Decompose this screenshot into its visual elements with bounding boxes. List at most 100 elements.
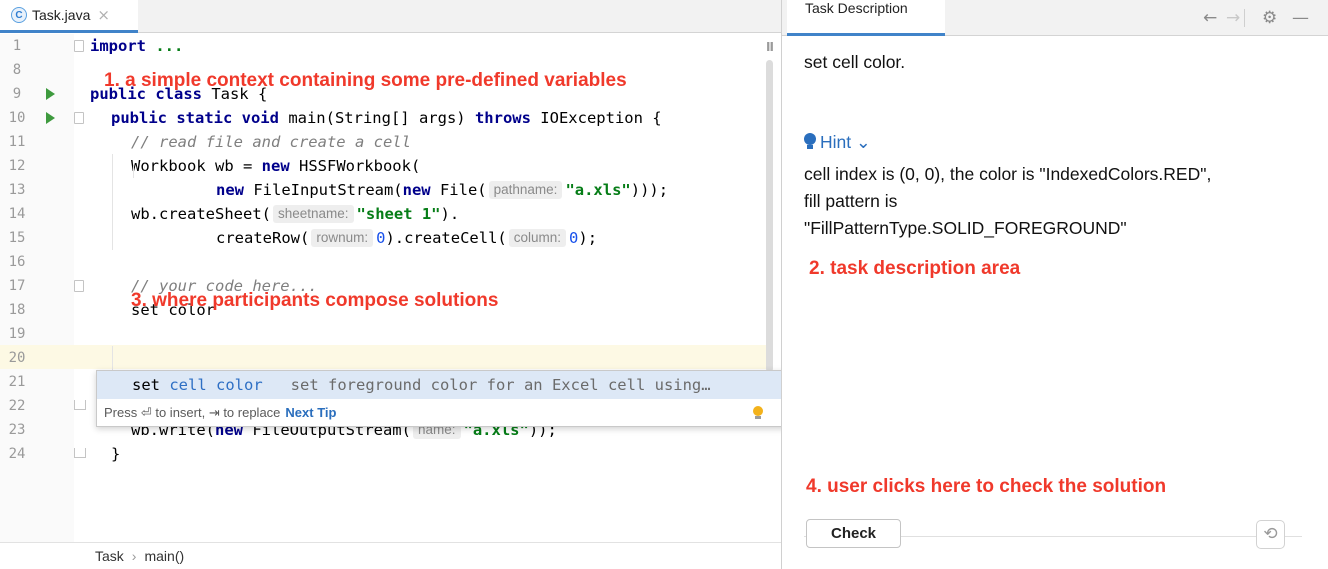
completion-item[interactable]: set cell color set foreground color for … xyxy=(97,371,803,399)
back-arrow-icon[interactable]: ← xyxy=(1203,8,1217,28)
code-line[interactable]: 19 xyxy=(0,322,768,346)
breadcrumb-separator: › xyxy=(131,548,137,564)
code-token: "a.xls" xyxy=(565,181,631,199)
breadcrumb: Task › main() xyxy=(0,542,781,569)
code-token: createRow( xyxy=(216,229,310,247)
code-token: "sheet 1" xyxy=(356,205,441,223)
indent-guide xyxy=(112,154,113,250)
code-token: new xyxy=(402,181,431,199)
next-tip-link[interactable]: Next Tip xyxy=(285,405,336,420)
line-number: 19 xyxy=(8,326,26,342)
code-line[interactable]: 1 import ... xyxy=(0,34,768,58)
line-number: 23 xyxy=(8,422,26,438)
fold-end-icon[interactable] xyxy=(74,448,86,460)
code-token: 0 xyxy=(569,229,579,247)
code-area[interactable]: 1 import ... 8 9 public class Task {10 public… xyxy=(0,34,781,542)
code-token: main(String[] args) xyxy=(278,109,475,127)
code-token: new xyxy=(261,157,290,175)
fold-icon[interactable] xyxy=(74,112,84,124)
editor-tab-bar: C Task.java × xyxy=(0,0,781,33)
completion-footer: Press ⏎ to insert, ⇥ to replace Next Tip … xyxy=(97,400,803,426)
code-text: } xyxy=(111,442,120,466)
line-number: 17 xyxy=(8,278,26,294)
code-line[interactable]: 15 createRow(rownum: 0 ).createCell(column:… xyxy=(0,226,768,250)
parameter-hint: pathname: xyxy=(488,181,563,199)
fold-icon[interactable] xyxy=(74,280,84,292)
code-text: public static void main(String[] args) t… xyxy=(111,106,662,130)
task-description-tab[interactable]: Task Description xyxy=(787,0,945,36)
completion-prefix: set xyxy=(132,376,170,394)
lightbulb-icon[interactable] xyxy=(752,406,764,420)
annotation-compose: 3. where participants compose solutions xyxy=(131,290,499,311)
code-line[interactable]: 16 xyxy=(0,250,768,274)
editor-scrollbar[interactable] xyxy=(766,60,773,372)
fold-end-icon[interactable] xyxy=(74,400,86,412)
code-line[interactable]: 10 public static void main(String[] args)… xyxy=(0,106,768,130)
code-token: ).createCell( xyxy=(385,229,507,247)
hint-toggle[interactable]: Hint ⌄ xyxy=(804,132,871,153)
line-number: 13 xyxy=(8,182,26,198)
minimize-icon[interactable]: — xyxy=(1292,8,1309,28)
completion-mid xyxy=(207,376,216,394)
code-token: ... xyxy=(155,37,184,55)
run-icon[interactable] xyxy=(46,88,55,100)
tab-label: Task.java xyxy=(32,7,91,23)
annotation-context: 1. a simple context containing some pre-… xyxy=(104,70,627,91)
code-token: Workbook wb = xyxy=(131,157,262,175)
parameter-hint: column: xyxy=(508,229,567,247)
line-number: 21 xyxy=(8,374,26,390)
fold-icon[interactable] xyxy=(74,40,84,52)
hint-line: fill pattern is xyxy=(804,191,898,211)
line-number: 11 xyxy=(8,134,26,150)
code-text: Workbook wb = new HSSFWorkbook( xyxy=(131,154,420,178)
code-text: createRow(rownum: 0).createCell(column: 0)… xyxy=(216,226,597,250)
code-line[interactable]: 14 wb.createSheet(sheetname: "sheet 1"). xyxy=(0,202,768,226)
code-token: File( xyxy=(430,181,487,199)
task-header: Task Description ← → ⚙ — xyxy=(782,0,1328,36)
breadcrumb-method[interactable]: main() xyxy=(144,548,184,564)
java-class-icon: C xyxy=(11,7,27,23)
parameter-hint: rownum: xyxy=(311,229,374,247)
code-token: wb.createSheet( xyxy=(131,205,271,223)
run-icon[interactable] xyxy=(46,112,55,124)
line-number: 8 xyxy=(12,62,22,78)
completion-match-cell: cell xyxy=(169,376,207,394)
forward-arrow-icon[interactable]: → xyxy=(1226,8,1240,28)
code-token: } xyxy=(111,445,121,463)
code-token: HSSFWorkbook( xyxy=(289,157,421,175)
completion-shortcut-hint: Press ⏎ to insert, ⇥ to replace xyxy=(104,405,281,420)
pause-icon: II xyxy=(766,40,774,54)
task-description-text: set cell color. xyxy=(804,52,906,72)
task-description-pane: Task Description ← → ⚙ — set cell color.… xyxy=(782,0,1328,569)
code-line[interactable]: 13 new FileInputStream(new File(pathname:… xyxy=(0,178,768,202)
line-number: 24 xyxy=(8,446,26,462)
hint-line: cell index is (0, 0), the color is "Inde… xyxy=(804,164,1212,184)
code-line[interactable]: 24} xyxy=(0,442,768,466)
code-token: ); xyxy=(578,229,598,247)
line-number: 14 xyxy=(8,206,26,222)
breadcrumb-class[interactable]: Task xyxy=(95,548,124,564)
code-text: wb.createSheet(sheetname: "sheet 1"). xyxy=(131,202,459,226)
code-text: // read file and create a cell xyxy=(131,130,411,154)
hint-label: Hint ⌄ xyxy=(820,132,871,152)
tab-task-java[interactable]: C Task.java × xyxy=(0,0,138,33)
code-token: IOException { xyxy=(530,109,662,127)
reset-icon[interactable]: ⟲ xyxy=(1256,520,1285,549)
check-button[interactable]: Check xyxy=(806,519,901,548)
line-number: 10 xyxy=(8,110,26,126)
code-line[interactable]: 20 xyxy=(0,346,768,370)
indent-guide xyxy=(133,166,134,178)
code-token: import xyxy=(90,37,146,55)
close-tab-icon[interactable]: × xyxy=(97,6,110,24)
line-number: 9 xyxy=(12,86,22,102)
code-completion-popup: set cell color set foreground color for … xyxy=(96,370,804,427)
gear-icon[interactable]: ⚙ xyxy=(1262,8,1277,28)
code-token: ))); xyxy=(630,181,669,199)
parameter-hint: sheetname: xyxy=(272,205,354,223)
code-line[interactable]: 12 Workbook wb = new HSSFWorkbook( xyxy=(0,154,768,178)
line-number: 15 xyxy=(8,230,26,246)
header-separator xyxy=(1244,9,1245,27)
lightbulb-icon xyxy=(804,133,816,150)
code-line[interactable]: 11 // read file and create a cell xyxy=(0,130,768,154)
